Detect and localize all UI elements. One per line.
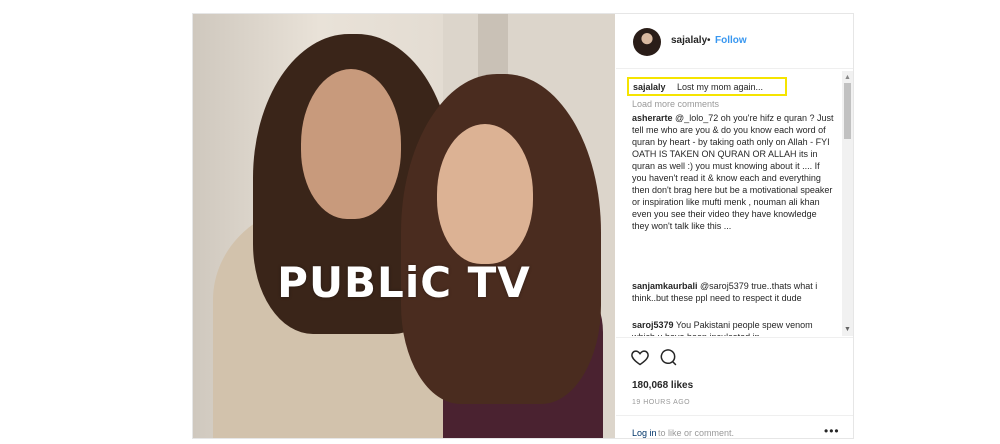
login-prompt: Log in to like or comment. ••• — [616, 415, 853, 440]
comment-username[interactable]: asherarte — [632, 113, 673, 123]
scrollbar-thumb[interactable] — [844, 83, 851, 139]
login-text: to like or comment. — [658, 428, 735, 438]
photo-person-right-face — [437, 124, 533, 264]
scroll-down-arrow-icon[interactable]: ▼ — [844, 326, 851, 333]
comment-text: @_lolo_72 oh you're hifz e quran ? Just … — [632, 113, 834, 231]
header-username[interactable]: sajalaly — [671, 35, 707, 46]
more-options-icon[interactable]: ••• — [824, 424, 840, 438]
comment-item: asherarte @_lolo_72 oh you're hifz e qur… — [632, 112, 836, 232]
load-more-comments-link[interactable]: Load more comments — [632, 98, 719, 110]
login-link[interactable]: Log in — [632, 428, 657, 438]
comments-scrollbar[interactable]: ▲ ▼ — [842, 71, 853, 336]
caption-highlight: sajalaly Lost my mom again... — [627, 77, 787, 96]
comment-item: sanjamkaurbali @saroj5379 true..thats wh… — [632, 280, 836, 304]
header-separator: • — [707, 35, 711, 46]
post-photo[interactable]: PUBLiC TV — [193, 14, 615, 438]
caption-text: Lost my mom again... — [677, 82, 764, 92]
post-sidebar: sajalaly • Follow sajalaly Lost my mom a… — [616, 14, 853, 438]
heart-icon[interactable] — [630, 347, 650, 367]
photo-watermark: PUBLiC TV — [277, 258, 531, 307]
comment-username[interactable]: saroj5379 — [632, 320, 674, 330]
avatar[interactable] — [633, 28, 661, 56]
scroll-up-arrow-icon[interactable]: ▲ — [844, 74, 851, 81]
comment-item: saroj5379 You Pakistani people spew veno… — [632, 319, 836, 336]
photo-person-left-face — [301, 69, 401, 219]
follow-button[interactable]: Follow — [715, 35, 747, 46]
comments-panel[interactable]: sajalaly Lost my mom again... Load more … — [616, 71, 842, 336]
post-header: sajalaly • Follow — [616, 14, 853, 69]
likes-count[interactable]: 180,068 likes — [632, 380, 693, 391]
post-actions: 180,068 likes 19 HOURS AGO Log in to lik… — [616, 337, 853, 439]
instagram-post: PUBLiC TV sajalaly • Follow sajalaly Los… — [192, 13, 854, 439]
comment-username[interactable]: sanjamkaurbali — [632, 281, 698, 291]
post-timestamp[interactable]: 19 HOURS AGO — [632, 399, 690, 406]
comment-bubble-icon[interactable] — [658, 347, 678, 367]
caption-username[interactable]: sajalaly — [633, 81, 666, 93]
